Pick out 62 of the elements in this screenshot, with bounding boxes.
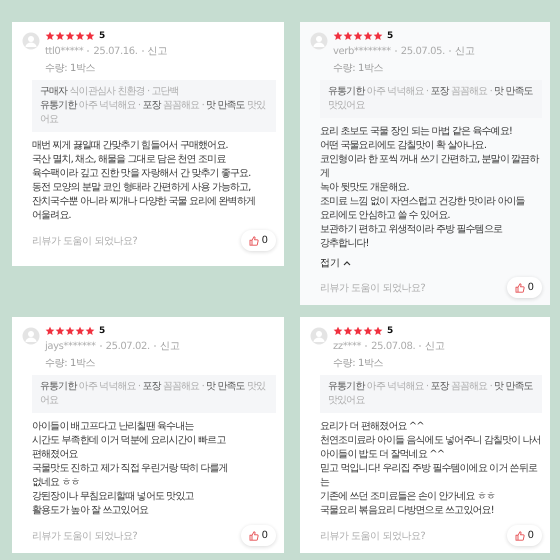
star-icon [373, 326, 383, 336]
star-icon [343, 326, 353, 336]
star-icon [85, 31, 95, 41]
option-summary: 유통기한 아주 넉넉해요 · 포장 꼼꼼해요 · 맛 만족도 맛있어요 [320, 375, 542, 413]
rating-score: 5 [99, 326, 106, 336]
helpful-question: 리뷰가 도움이 되었나요? [32, 234, 138, 248]
like-button[interactable]: 0 [506, 525, 542, 546]
review-text: 요리 초보도 국물 장인 되는 마법 같은 육수예요! 어떤 국물요리에도 감칠맛이 확 살아나요. 코인형이라 한 포씩 꺼내 쓰기 간편하고, 분말이 깔끔하게 녹아 뒷맛도 개운해요. 조미료 느낌 없이 자연스럽고 건강한 맛이라 아이들 요리에도 안심하고 쓸 수 있어요. 보관하기 편하고 위생적이라 주방 필수템으로 강추합니다! [320, 125, 540, 251]
star-icon [343, 31, 353, 41]
review-date: 25.07.05. [400, 46, 445, 56]
chevron-up-icon [343, 260, 351, 266]
quantity-text: 수량: 1박스 [333, 357, 384, 370]
thumbs-up-icon [248, 530, 259, 540]
like-button[interactable]: 0 [506, 277, 542, 298]
star-icon [45, 326, 55, 336]
rating-score: 5 [387, 31, 394, 41]
like-button[interactable]: 0 [240, 230, 276, 251]
star-icon [353, 31, 363, 41]
option-summary: 유통기한 아주 넉넉해요 · 포장 꼼꼼해요 · 맛 만족도 맛있어요 [320, 80, 542, 118]
helpful-question: 리뷰가 도움이 되었나요? [320, 282, 426, 294]
star-icon [363, 326, 373, 336]
thumbs-up-icon [514, 282, 525, 292]
star-icon [65, 31, 75, 41]
star-icon [373, 31, 383, 41]
rating-score: 5 [387, 326, 394, 336]
collapse-button[interactable]: 접기 [320, 256, 351, 270]
user-name: zz**** [333, 340, 362, 352]
avatar-icon [22, 32, 40, 50]
helpful-question: 리뷰가 도움이 되었나요? [32, 530, 138, 542]
star-icon [85, 326, 95, 336]
avatar-icon [310, 327, 328, 345]
star-icon [353, 326, 363, 336]
avatar-icon [310, 32, 328, 50]
thumbs-up-icon [248, 236, 259, 246]
star-icon [75, 326, 85, 336]
rating-score: 5 [99, 31, 106, 41]
review-text: 요리가 더 편해졌어요 ^^ 천연조미료라 아이들 음식에도 넣어주니 감칠맛이 나서 아이들이 밥도 더 잘먹네요 ^^ 믿고 먹입니다! 우리집 주방 필수템이에요 이거 쓴뒤로는 기존에 쓰던 조미료들은 손이 안가네요 ㅎㅎ 국물요리 볶음요리 다방면으로 쓰고있어요! [320, 420, 542, 518]
user-name: jays******* [45, 340, 96, 352]
star-icon [45, 31, 55, 41]
thumbs-up-icon [514, 530, 525, 540]
star-icon [75, 31, 85, 41]
review-date: 25.07.08. [371, 340, 416, 352]
star-icon [333, 326, 343, 336]
star-icon [65, 326, 75, 336]
star-icon [363, 31, 373, 41]
star-icon [333, 31, 343, 41]
quantity-text: 수량: 1박스 [45, 357, 96, 370]
star-icon [55, 31, 65, 41]
helpful-question: 리뷰가 도움이 되었나요? [320, 530, 426, 542]
star-icon [55, 326, 65, 336]
user-name: ttl0***** [45, 46, 84, 56]
review-text: 매번 찌게 끓일때 간맞추기 힘들어서 구매했어요. 국산 멸치, 채소, 해물을 그대로 담은 천연 조미료 육수팩이라 깊고 진한 맛을 자랑해서 간 맞추기 좋구요. 동전 모양의 분말 코인 형태라 간편하게 사용 가능하고, 잔치국수뿐 아니라 찌개나 다양한 국물 요리에 완벽하게 어울려요. [32, 139, 256, 223]
review-date: 25.07.16. [93, 46, 138, 56]
like-button[interactable]: 0 [240, 525, 276, 546]
option-summary: 유통기한 아주 넉넉해요 · 포장 꼼꼼해요 · 맛 만족도 맛있어요 [32, 375, 276, 413]
quantity-text: 수량: 1박스 [45, 62, 96, 75]
review-date: 25.07.02. [106, 340, 150, 352]
quantity-text: 수량: 1박스 [333, 62, 384, 75]
review-text: 아이들이 배고프다고 난리칠땐 육수내는 시간도 부족한데 이거 덕분에 요리시간이 빠르고 편해졌어요 국물맛도 진하고 제가 직접 우린거랑 딱히 다를게 없네요 ㅎㅎ 강된장이나 무침요리할때 넣어도 맛있고 활용도가 높아 잘 쓰고있어요 [32, 420, 229, 518]
avatar-icon [22, 327, 40, 345]
user-name: verb******** [333, 46, 391, 56]
option-summary: 구매자 식이관심사 친환경 · 고단백 유통기한 아주 넉넉해요 · 포장 꼼꼼해요 · 맛 만족도 맛있어요 [32, 80, 276, 132]
